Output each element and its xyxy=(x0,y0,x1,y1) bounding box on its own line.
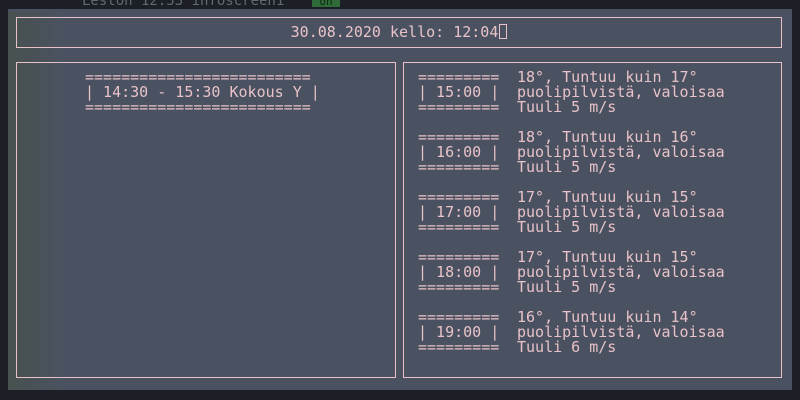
text-cursor xyxy=(499,24,508,39)
forecast-wind: Tuuli 5 m/s xyxy=(517,278,617,296)
datetime-header: 30.08.2020 kello: 12:04 xyxy=(16,17,782,48)
calendar-event: ========================= | 14:30 - 15:3… xyxy=(85,70,320,115)
forecast-sep-bottom: ========= xyxy=(418,338,500,356)
calendar-panel: ========================= | 14:30 - 15:3… xyxy=(16,62,396,378)
forecast-wind: Tuuli 6 m/s xyxy=(517,338,617,356)
terminal-tag: on xyxy=(312,0,340,7)
forecast-sep-bottom: ========= xyxy=(418,98,500,116)
terminal-title: Leston 12:53 infoscreen1 xyxy=(82,0,285,9)
forecast-wind: Tuuli 5 m/s xyxy=(517,98,617,116)
weather-panel: ========= | 15:00 | ========= 18°, Tuntu… xyxy=(403,62,782,378)
event-border-bottom: ========================= xyxy=(85,98,311,116)
datetime-text: 30.08.2020 kello: 12:04 xyxy=(290,23,499,41)
datetime-row: 30.08.2020 kello: 12:04 xyxy=(17,23,781,41)
forecast-sep-bottom: ========= xyxy=(418,218,500,236)
forecast-wind: Tuuli 5 m/s xyxy=(517,218,617,236)
forecast-sep-bottom: ========= xyxy=(418,158,500,176)
forecast-sep-bottom: ========= xyxy=(418,278,500,296)
bottom-frame xyxy=(0,390,800,400)
forecast-wind: Tuuli 5 m/s xyxy=(517,158,617,176)
